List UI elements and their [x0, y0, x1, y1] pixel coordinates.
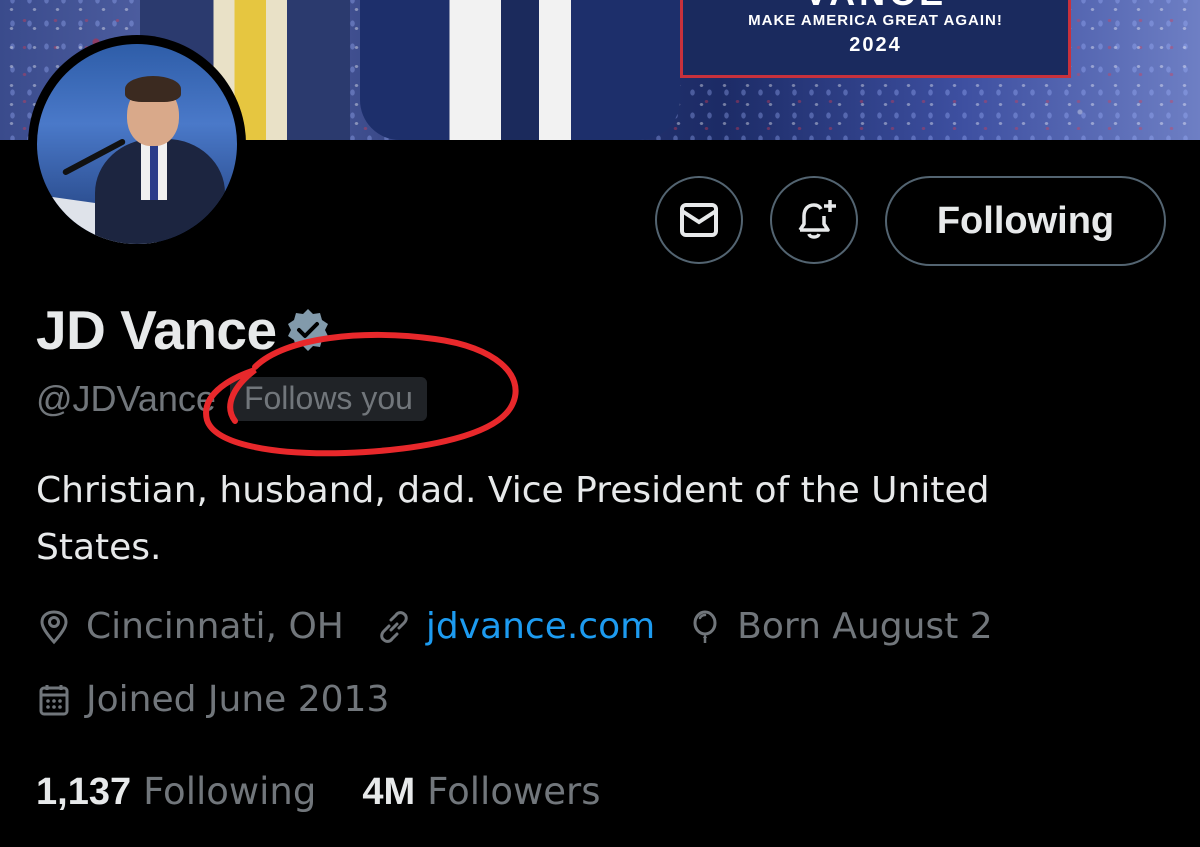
- location-pin-icon: [40, 609, 68, 644]
- display-name: JD Vance: [36, 299, 277, 361]
- profile-bio: Christian, husband, dad. Vice President …: [36, 470, 990, 568]
- notify-button[interactable]: [770, 176, 858, 264]
- banner-campaign-sign: VANCE MAKE AMERICA GREAT AGAIN! 2024: [680, 0, 1071, 78]
- birthday-text: Born August 2: [737, 606, 993, 647]
- following-stat[interactable]: 1,137 Following: [36, 770, 316, 814]
- link-icon: [380, 610, 408, 643]
- joined-text: Joined June 2013: [86, 679, 390, 720]
- avatar-shirt: [141, 140, 167, 200]
- profile-meta-row-joined: Joined June 2013: [36, 679, 421, 720]
- website-item[interactable]: jdvance.com: [376, 606, 655, 647]
- banner-sign-slogan: MAKE AMERICA GREAT AGAIN!: [748, 12, 1003, 29]
- followers-label: Followers: [427, 770, 601, 813]
- birthday-item: Born August 2: [687, 606, 993, 647]
- handle: @JDVance: [36, 378, 216, 419]
- followers-stat[interactable]: 4M Followers: [362, 770, 600, 814]
- avatar[interactable]: [28, 35, 246, 253]
- avatar-hair: [125, 76, 181, 102]
- joined-item: Joined June 2013: [36, 679, 389, 720]
- verified-badge-icon[interactable]: [285, 307, 331, 353]
- following-count: 1,137: [36, 771, 132, 813]
- profile-meta-row: Cincinnati, OH jdvance.com Born August 2: [36, 606, 1025, 647]
- following-button[interactable]: Following: [885, 176, 1166, 266]
- banner-person-right: [360, 0, 680, 140]
- profile-stats: 1,137 Following 4M Followers: [36, 770, 646, 814]
- website-link[interactable]: jdvance.com: [426, 606, 655, 647]
- envelope-icon: [680, 203, 718, 237]
- followers-count: 4M: [362, 771, 416, 813]
- avatar-photo: [37, 44, 237, 244]
- banner-sign-year: 2024: [849, 34, 902, 56]
- handle-row: @JDVance Follows you: [36, 377, 427, 421]
- following-label: Following: [143, 770, 317, 813]
- follows-you-badge: Follows you: [229, 377, 427, 421]
- location-item: Cincinnati, OH: [36, 606, 344, 647]
- balloon-icon: [693, 610, 717, 643]
- location-text: Cincinnati, OH: [86, 606, 344, 647]
- name-row: JD Vance: [36, 298, 331, 362]
- bell-plus-icon: [798, 200, 836, 239]
- calendar-icon: [39, 684, 69, 715]
- message-button[interactable]: [655, 176, 743, 264]
